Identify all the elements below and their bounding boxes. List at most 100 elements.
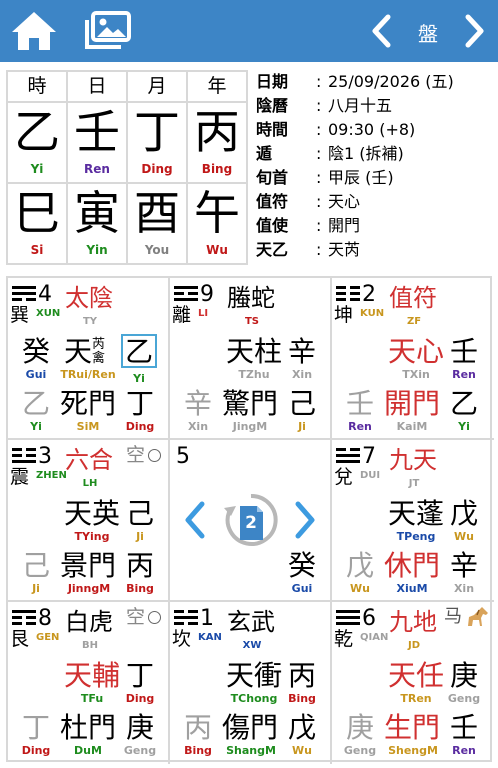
palace-center[interactable]: 5 2 癸 Gui xyxy=(170,440,332,602)
stem-c-pinyin: Ren xyxy=(452,368,476,381)
stem-e-pinyin: Ren xyxy=(452,744,476,757)
palace-number: 1 xyxy=(200,606,214,631)
stem-c-pinyin: Ji xyxy=(136,530,144,543)
trigram-name: 巽 xyxy=(10,304,30,326)
door: 開門 xyxy=(384,387,441,420)
palace-zhen[interactable]: 3 震 ZHEN 六合 LH 空 天英 TYing 己 Ji 己 Ji 景門 J… xyxy=(8,440,170,602)
palace-number: 5 xyxy=(176,444,190,469)
deity-pinyin: JT xyxy=(408,478,420,489)
trigram-pinyin: ZHEN xyxy=(36,470,67,481)
earth-stem: 丙 xyxy=(184,711,213,744)
branch-char: 酉 xyxy=(134,186,180,240)
trigram-name: 坎 xyxy=(172,628,192,650)
info-value: 25/09/2026 (五) xyxy=(328,72,454,91)
info-value: 天芮 xyxy=(328,240,361,259)
earth-stem-pinyin: Xin xyxy=(187,420,209,433)
info-label: 值符 xyxy=(256,192,289,211)
month-branch[interactable]: 酉 You xyxy=(126,182,188,265)
palace-li[interactable]: 9 離 LI 螣蛇 TS 天柱 TZhu 辛 Xin 辛 Xin 驚門 Jing… xyxy=(170,278,332,440)
next-chart-button[interactable] xyxy=(294,500,322,540)
palace-qian[interactable]: 6 乾 QIAN 九地 JD 马 天任 TRen 庚 Geng 庚 Geng 生… xyxy=(332,602,494,764)
door-pinyin: JinngM xyxy=(67,582,111,595)
star: 天衝 xyxy=(226,659,283,692)
star: 天 xyxy=(64,335,93,368)
branch-char: 巳 xyxy=(14,186,60,240)
earth-stem-pinyin: Ren xyxy=(348,420,372,433)
info-row-zhifu: 值符: 天心 xyxy=(256,190,496,214)
palace-dui[interactable]: 7 兌 DUI 九天 JT 天蓬 TPeng 戊 Wu 戊 Wu 休門 XiuM… xyxy=(332,440,494,602)
stem-e-pinyin: Xin xyxy=(453,582,475,595)
info-row-time: 時間:09:30 (+8) xyxy=(256,118,496,142)
info-row-lunar: 陰曆: 八月十五 xyxy=(256,94,496,118)
stem-e: 己 xyxy=(288,387,317,420)
prev-chart-button[interactable] xyxy=(182,500,210,540)
door-pinyin: DuM xyxy=(74,744,102,757)
stem-c: 辛 xyxy=(288,335,317,368)
palace-xun[interactable]: 4 巽 XUN 太陰 TY 癸 Gui 天 芮禽 TRui/Ren 乙 Yi 乙… xyxy=(8,278,170,440)
branch-pinyin: Si xyxy=(30,243,44,257)
deity-pinyin: BH xyxy=(82,640,98,651)
horse-icon xyxy=(464,606,490,628)
earth-stem: 戊 xyxy=(346,549,375,582)
earth-stem-pinyin: Ji xyxy=(32,582,40,595)
palace-number: 9 xyxy=(200,282,214,307)
info-row-tianyi: 天乙: 天芮 xyxy=(256,238,496,262)
hour-header: 時 xyxy=(6,70,68,103)
prev-button[interactable] xyxy=(366,10,396,52)
nine-palace-grid: 4 巽 XUN 太陰 TY 癸 Gui 天 芮禽 TRui/Ren 乙 Yi 乙… xyxy=(6,276,494,764)
stem-c: 庚 xyxy=(450,659,479,692)
star-pinyin: TZhu xyxy=(238,368,270,381)
palace-number: 7 xyxy=(362,444,376,469)
month-header: 月 xyxy=(126,70,188,103)
star-pinyin: TRui/Ren xyxy=(60,368,116,381)
stem-a: 癸 xyxy=(22,335,51,368)
palace-kun[interactable]: 2 坤 KUN 值符 ZF 天心 TXin 壬 Ren 壬 Ren 開門 Kai… xyxy=(332,278,494,440)
door: 死門 xyxy=(60,387,117,420)
branch-pinyin: Wu xyxy=(206,243,228,257)
year-branch[interactable]: 午 Wu xyxy=(186,182,248,265)
stem-c: 戊 xyxy=(450,497,479,530)
home-button[interactable] xyxy=(8,8,60,54)
trigram-pinyin: XUN xyxy=(36,308,61,319)
stem-e: 壬 xyxy=(450,711,479,744)
hour-stem[interactable]: 乙 Yi xyxy=(6,101,68,184)
month-stem[interactable]: 丁 Ding xyxy=(126,101,188,184)
deity: 九天 xyxy=(389,446,437,474)
deity-pinyin: ZF xyxy=(406,316,422,327)
trigram-name: 離 xyxy=(172,304,192,326)
info-label: 時間 xyxy=(256,120,289,139)
palace-number: 6 xyxy=(362,606,376,631)
year-stem[interactable]: 丙 Bing xyxy=(186,101,248,184)
day-stem[interactable]: 壬 Ren xyxy=(66,101,128,184)
image-gallery-icon xyxy=(85,11,131,49)
hour-branch[interactable]: 巳 Si xyxy=(6,182,68,265)
deity: 九地 xyxy=(389,608,437,636)
trigram-gen-icon xyxy=(12,610,36,626)
deity-pinyin: XW xyxy=(242,640,262,651)
palace-kan[interactable]: 1 坎 KAN 玄武 XW 天衝 TChong 丙 Bing 丙 Bing 傷門… xyxy=(170,602,332,764)
image-button[interactable] xyxy=(82,8,134,54)
day-branch[interactable]: 寅 Yin xyxy=(66,182,128,265)
stem-e: 丙 xyxy=(126,549,155,582)
palace-number: 4 xyxy=(38,282,52,307)
stem-e-pinyin: Geng xyxy=(123,744,157,757)
branch-char: 寅 xyxy=(74,186,120,240)
palace-gen[interactable]: 8 艮 GEN 白虎 BH 空 天輔 TFu 丁 Ding 丁 Ding 杜門 … xyxy=(8,602,170,764)
stem-c: 丁 xyxy=(126,659,155,692)
branch-pinyin: You xyxy=(144,243,170,257)
stem-c: 乙 xyxy=(125,335,154,368)
home-icon xyxy=(12,12,56,50)
chevron-left-icon xyxy=(185,501,205,539)
stem-c: 己 xyxy=(126,497,155,530)
stem-e: 乙 xyxy=(450,387,479,420)
next-button[interactable] xyxy=(460,10,490,52)
trigram-name: 震 xyxy=(10,466,30,488)
stem-pinyin: Bing xyxy=(201,162,233,176)
page-badge: 2 xyxy=(245,513,257,533)
star: 天心 xyxy=(388,335,445,368)
star-pinyin: TXin xyxy=(402,368,430,381)
void-mark: 空 xyxy=(126,444,146,466)
palace-number: 3 xyxy=(38,444,52,469)
stem-e: 辛 xyxy=(450,549,479,582)
trigram-name: 乾 xyxy=(334,628,354,650)
